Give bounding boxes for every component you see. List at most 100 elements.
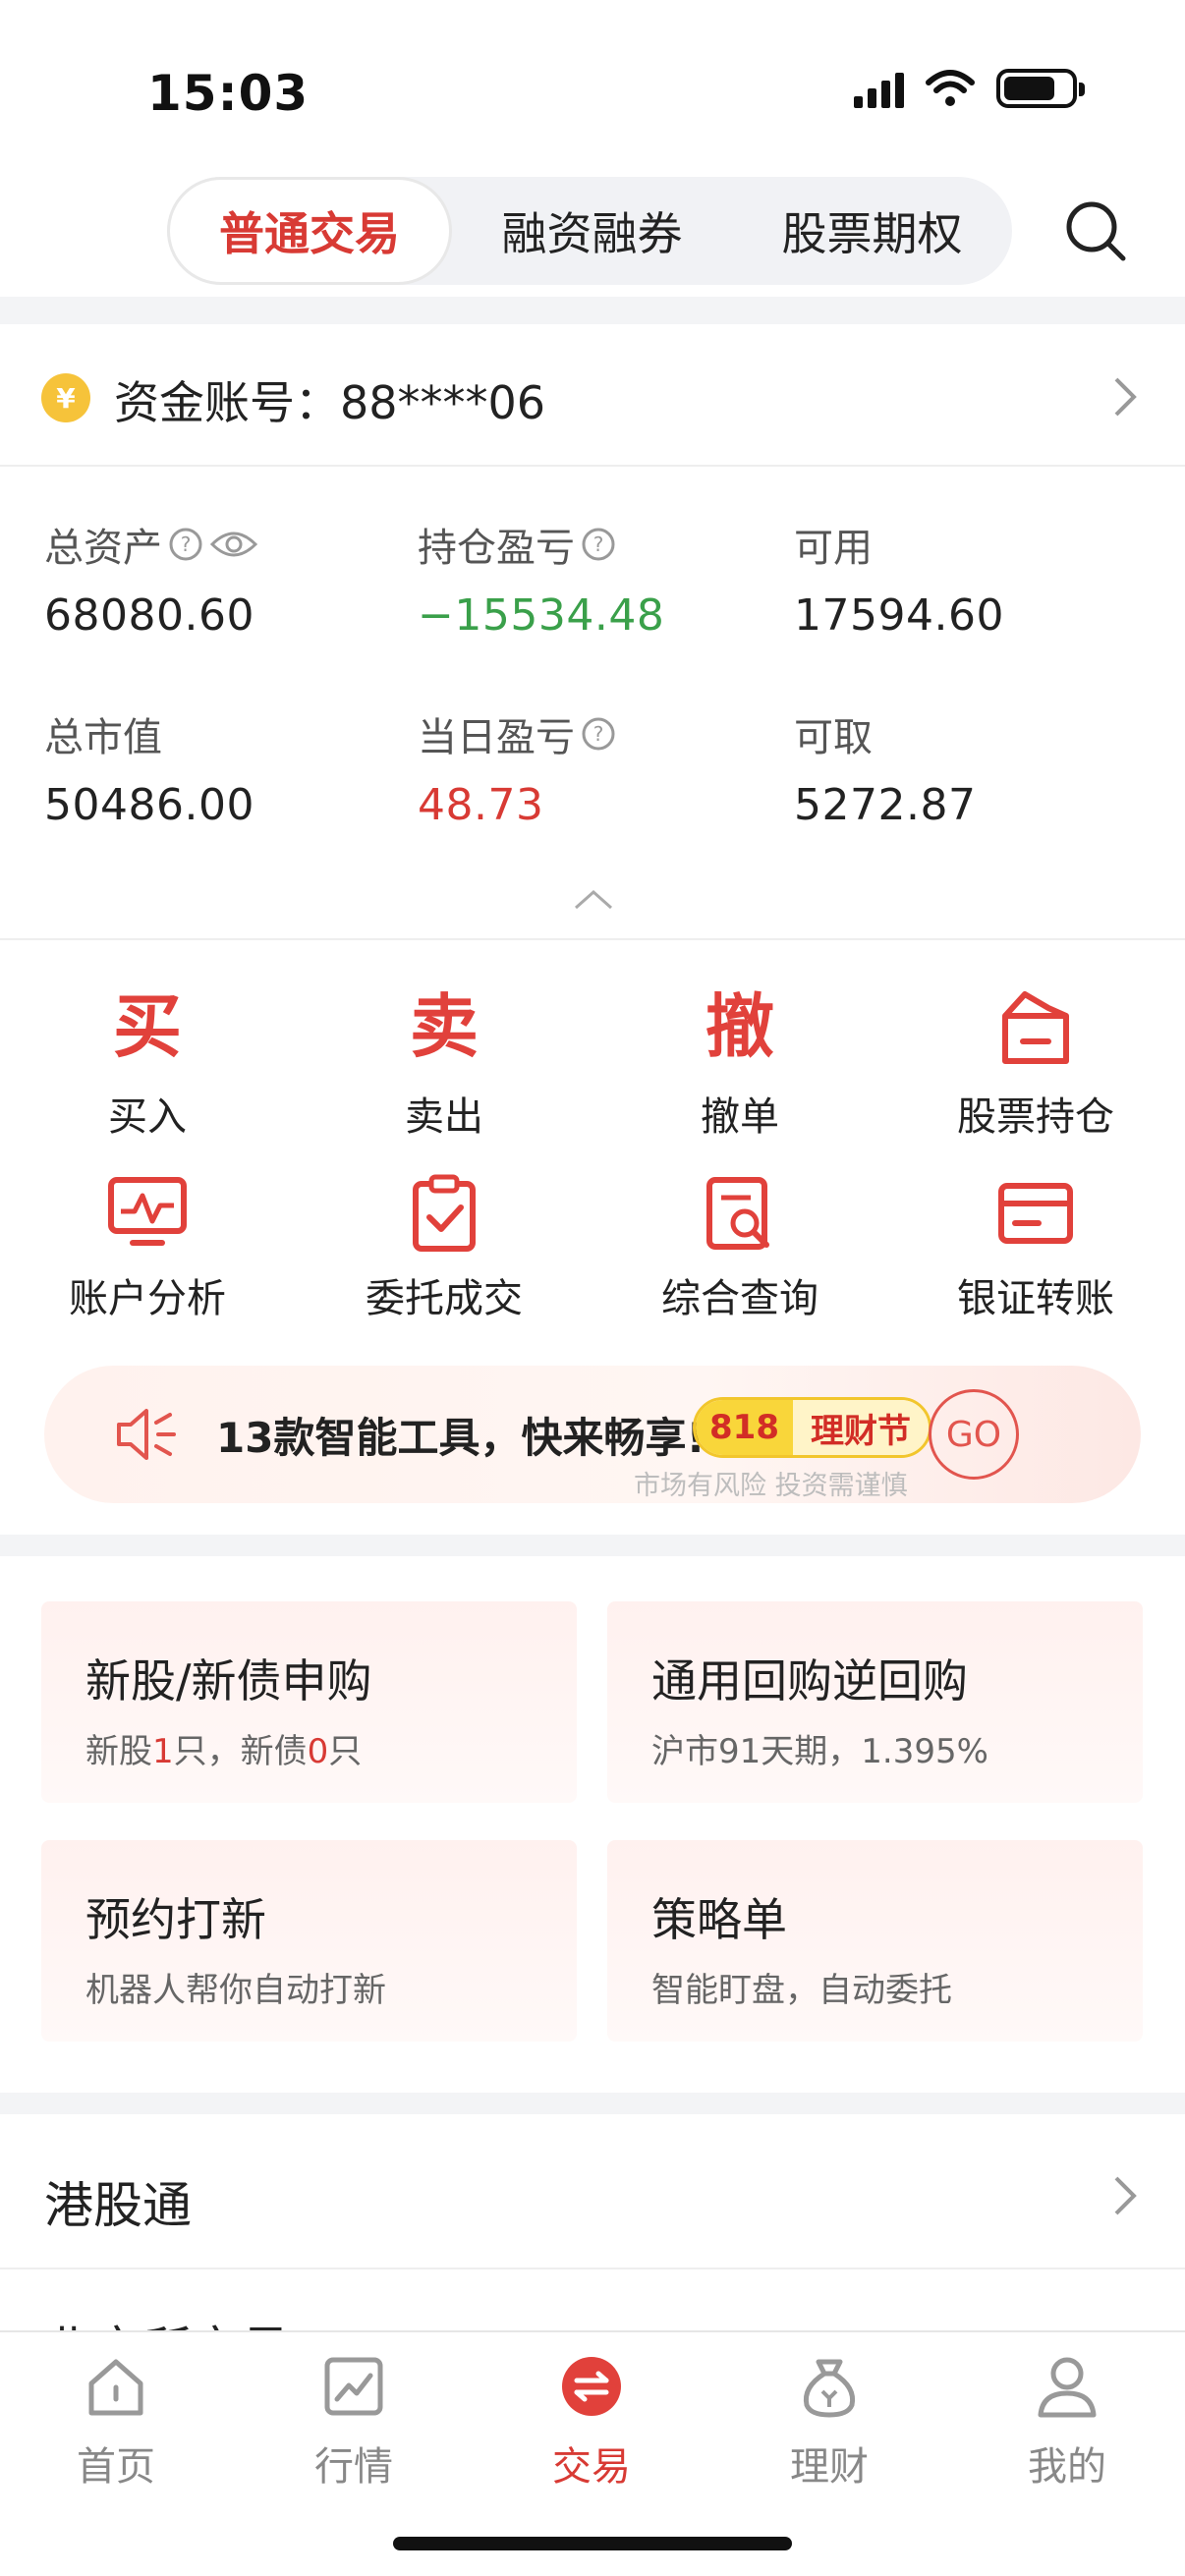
card-subtitle: 机器人帮你自动打新 xyxy=(85,1971,386,2010)
coin-icon: ¥ xyxy=(41,373,90,422)
asset-position-pnl: 持仓盈亏 ? −15534.48 xyxy=(418,516,664,641)
nav-label: 理财 xyxy=(790,2444,869,2490)
risk-notice: 市场有风险 投资需谨慎 xyxy=(634,1471,908,1501)
home-icon xyxy=(88,2359,143,2416)
money-bag-icon xyxy=(803,2359,856,2418)
asset-value: 5272.87 xyxy=(794,780,977,830)
promo-badge-number: 818 xyxy=(696,1400,793,1455)
nav-profile[interactable]: 我的 xyxy=(988,2352,1146,2492)
asset-daily-pnl: 当日盈亏 ? 48.73 xyxy=(418,705,616,830)
section-divider xyxy=(0,1535,1185,1556)
home-indicator[interactable] xyxy=(393,2537,792,2550)
asset-total: 总资产 ? 68080.60 xyxy=(44,516,258,641)
nav-label: 我的 xyxy=(1028,2444,1106,2490)
tab-stock-options[interactable]: 股票期权 xyxy=(732,177,1012,285)
portfolio-icon xyxy=(1002,991,1069,1064)
go-button[interactable]: GO xyxy=(929,1389,1019,1480)
cancel-order-icon: 撤 xyxy=(705,986,774,1067)
chart-icon xyxy=(324,2357,383,2416)
promo-text: 13款智能工具，快来畅享! xyxy=(216,1414,705,1462)
menu-label: 综合查询 xyxy=(661,1276,818,1321)
card-subtitle: 新股1只，新债0只 xyxy=(85,1732,363,1771)
menu-cancel-order[interactable]: 撤 撤单 xyxy=(592,982,887,1142)
trade-mode-tabs: 普通交易 融资融券 股票期权 xyxy=(167,177,1012,285)
card-subtitle: 智能盯盘，自动委托 xyxy=(651,1971,952,2010)
clipboard-check-icon xyxy=(413,1174,476,1252)
menu-positions[interactable]: 股票持仓 xyxy=(888,982,1183,1142)
status-icons xyxy=(854,69,1085,108)
asset-available: 可用 17594.60 xyxy=(794,516,1004,641)
analysis-icon xyxy=(108,1177,187,1246)
card-title: 通用回购逆回购 xyxy=(651,1654,968,1708)
help-icon[interactable]: ? xyxy=(581,716,616,752)
asset-label: 可取 xyxy=(794,715,873,760)
help-icon[interactable]: ? xyxy=(168,527,203,562)
help-icon[interactable]: ? xyxy=(581,527,616,562)
status-bar: 15:03 xyxy=(0,0,1185,167)
section-divider xyxy=(0,2093,1185,2114)
status-time: 15:03 xyxy=(147,65,310,122)
menu-label: 撤单 xyxy=(701,1094,779,1140)
nav-label: 行情 xyxy=(314,2444,393,2490)
asset-value: −15534.48 xyxy=(418,590,665,641)
menu-label: 股票持仓 xyxy=(957,1094,1114,1140)
card-subtitle: 沪市91天期，1.395% xyxy=(651,1732,988,1771)
hk-connect-label: 港股通 xyxy=(44,2177,192,2234)
card-scheduled-ipo[interactable]: 预约打新 机器人帮你自动打新 xyxy=(41,1840,577,2042)
card-transfer-icon xyxy=(998,1183,1073,1244)
asset-label: 持仓盈亏 xyxy=(418,526,575,571)
asset-market-value: 总市值 50486.00 xyxy=(44,705,254,830)
user-icon xyxy=(1038,2357,1097,2418)
asset-withdrawable: 可取 5272.87 xyxy=(794,705,976,830)
nav-home[interactable]: 首页 xyxy=(37,2352,195,2492)
trade-icon xyxy=(562,2357,621,2416)
nav-market[interactable]: 行情 xyxy=(275,2352,432,2492)
asset-value: 48.73 xyxy=(418,780,544,830)
card-ipo-subscribe[interactable]: 新股/新债申购 新股1只，新债0只 xyxy=(41,1601,577,1803)
promo-badge-word: 理财节 xyxy=(792,1400,929,1455)
asset-label: 当日盈亏 xyxy=(418,715,575,760)
nav-wealth[interactable]: 理财 xyxy=(751,2352,908,2492)
svg-text:?: ? xyxy=(593,722,604,746)
fund-account-label: 资金账号：88****06 xyxy=(114,376,546,429)
asset-label: 可用 xyxy=(794,526,873,571)
menu-account-analysis[interactable]: 账户分析 xyxy=(0,1174,295,1323)
buy-icon: 买 xyxy=(113,986,182,1067)
menu-label: 委托成交 xyxy=(366,1276,523,1321)
asset-value: 17594.60 xyxy=(794,590,1004,641)
promo-badge: 818 理财节 xyxy=(693,1397,931,1458)
menu-orders-trades[interactable]: 委托成交 xyxy=(297,1174,592,1323)
card-strategy-order[interactable]: 策略单 智能盯盘，自动委托 xyxy=(607,1840,1143,2042)
tab-margin-trading[interactable]: 融资融券 xyxy=(452,177,732,285)
promo-banner[interactable]: 13款智能工具，快来畅享! 818 理财节 GO 市场有风险 投资需谨慎 xyxy=(44,1366,1141,1503)
doc-search-icon xyxy=(706,1177,769,1250)
menu-bank-transfer[interactable]: 银证转账 xyxy=(888,1174,1183,1323)
nav-trade[interactable]: 交易 xyxy=(513,2352,670,2492)
chevron-right-icon xyxy=(1114,377,1137,417)
svg-text:?: ? xyxy=(593,532,604,556)
section-divider xyxy=(0,297,1185,324)
bse-trade-label: 北交所交易 xyxy=(44,2311,290,2330)
eye-icon[interactable] xyxy=(209,527,258,562)
menu-label: 银证转账 xyxy=(957,1276,1114,1321)
menu-query[interactable]: 综合查询 xyxy=(592,1174,887,1323)
card-reverse-repo[interactable]: 通用回购逆回购 沪市91天期，1.395% xyxy=(607,1601,1143,1803)
asset-label: 总市值 xyxy=(44,715,162,760)
divider xyxy=(0,938,1185,940)
nav-label: 交易 xyxy=(552,2444,631,2490)
asset-value: 68080.60 xyxy=(44,590,254,641)
hk-connect-row[interactable]: 港股通 xyxy=(0,2117,1185,2269)
menu-sell[interactable]: 卖 卖出 xyxy=(297,982,592,1142)
chevron-right-icon xyxy=(1114,2176,1137,2215)
chevron-up-icon[interactable] xyxy=(572,884,615,914)
asset-label: 总资产 xyxy=(44,526,162,571)
card-title: 策略单 xyxy=(651,1893,787,1946)
fund-account-row[interactable]: ¥ 资金账号：88****06 xyxy=(0,324,1185,467)
tab-normal-trade[interactable]: 普通交易 xyxy=(167,177,452,285)
svg-text:?: ? xyxy=(181,532,192,556)
search-icon[interactable] xyxy=(1061,196,1130,265)
menu-buy[interactable]: 买 买入 xyxy=(0,982,295,1142)
card-title: 预约打新 xyxy=(85,1893,266,1946)
card-title: 新股/新债申购 xyxy=(85,1654,372,1708)
bse-trade-row[interactable]: 北交所交易 xyxy=(0,2271,1185,2330)
